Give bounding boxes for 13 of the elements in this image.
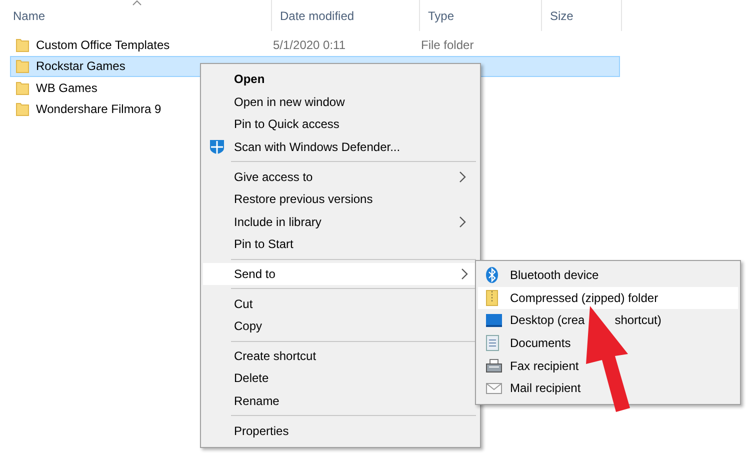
menu-item-label: Fax recipient — [510, 358, 579, 373]
menu-item-label: Compressed (zipped) folder — [510, 290, 658, 305]
file-name: Rockstar Games — [36, 59, 126, 74]
date-modified: 5/1/2020 0:11 — [273, 38, 347, 52]
file-name: WB Games — [36, 80, 98, 95]
menu-item-label: Desktop (crea — [510, 313, 585, 328]
menu-item-label: Documents — [510, 336, 571, 350]
file-name: Custom Office Templates — [36, 38, 170, 52]
menu-item-label: Bluetooth device — [510, 268, 599, 282]
file-type: File folder — [421, 38, 474, 52]
menu-item-label: Mail recipient — [510, 381, 581, 396]
file-name: Wondershare Filmora 9 — [36, 102, 162, 116]
menu-item-label: shortcut) — [614, 313, 662, 328]
